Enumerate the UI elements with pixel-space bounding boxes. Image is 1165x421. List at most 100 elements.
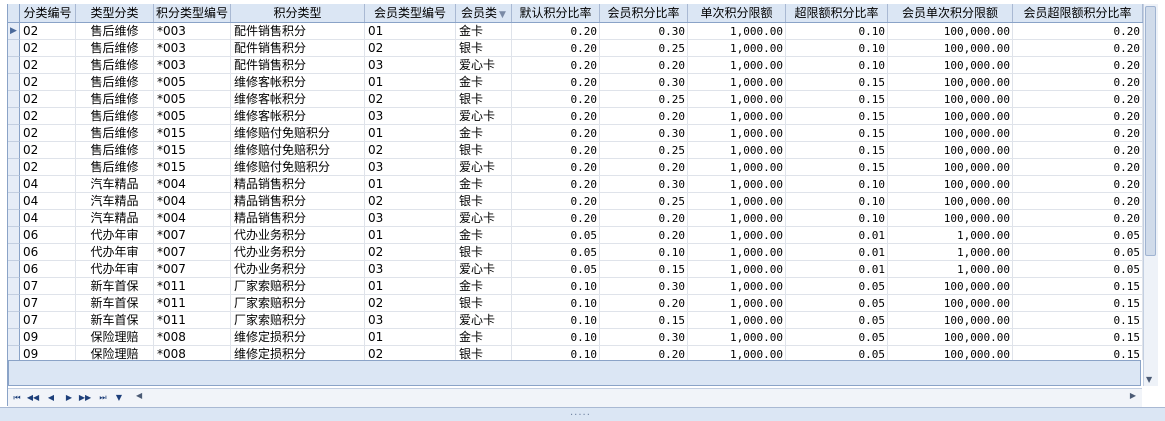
table-cell[interactable]: 银卡: [456, 346, 512, 360]
table-cell[interactable]: 02: [365, 346, 456, 360]
table-cell[interactable]: 02: [365, 193, 456, 210]
table-cell[interactable]: 售后维修: [76, 74, 154, 91]
table-cell[interactable]: 100,000.00: [888, 57, 1013, 74]
column-header[interactable]: 分类编号: [20, 4, 76, 22]
table-cell[interactable]: 07: [20, 312, 76, 329]
table-cell[interactable]: 爱心卡: [456, 57, 512, 74]
table-cell[interactable]: 100,000.00: [888, 278, 1013, 295]
table-cell[interactable]: 02: [20, 91, 76, 108]
table-cell[interactable]: 金卡: [456, 23, 512, 40]
table-cell[interactable]: 0.15: [786, 142, 888, 159]
row-selector[interactable]: [8, 329, 20, 346]
table-cell[interactable]: 金卡: [456, 278, 512, 295]
table-cell[interactable]: 0.10: [512, 346, 600, 360]
table-cell[interactable]: 1,000.00: [888, 227, 1013, 244]
table-cell[interactable]: *011: [154, 278, 231, 295]
table-cell[interactable]: *015: [154, 125, 231, 142]
table-cell[interactable]: *011: [154, 312, 231, 329]
column-header[interactable]: 默认积分比率: [512, 4, 600, 22]
table-cell[interactable]: 100,000.00: [888, 210, 1013, 227]
table-cell[interactable]: 1,000.00: [688, 125, 786, 142]
table-cell[interactable]: 0.05: [512, 244, 600, 261]
table-cell[interactable]: *015: [154, 159, 231, 176]
table-cell[interactable]: 0.20: [512, 40, 600, 57]
table-cell[interactable]: 售后维修: [76, 108, 154, 125]
table-row[interactable]: 09 保险理赔 *008 维修定损积分 01 金卡 0.10 0.30 1,000.00 0.05…: [8, 329, 1143, 346]
table-cell[interactable]: 01: [365, 227, 456, 244]
table-cell[interactable]: 0.15: [786, 108, 888, 125]
table-cell[interactable]: 0.15: [1013, 346, 1143, 360]
table-cell[interactable]: 0.05: [1013, 244, 1143, 261]
table-cell[interactable]: *005: [154, 74, 231, 91]
table-cell[interactable]: 02: [365, 142, 456, 159]
table-cell[interactable]: 售后维修: [76, 23, 154, 40]
table-cell[interactable]: *007: [154, 244, 231, 261]
table-cell[interactable]: 配件销售积分: [231, 40, 365, 57]
next-record-icon[interactable]: ▶: [62, 391, 76, 405]
row-selector[interactable]: [8, 91, 20, 108]
table-cell[interactable]: 银卡: [456, 142, 512, 159]
row-selector[interactable]: [8, 142, 20, 159]
row-selector[interactable]: [8, 193, 20, 210]
table-cell[interactable]: 100,000.00: [888, 193, 1013, 210]
table-cell[interactable]: 0.15: [1013, 278, 1143, 295]
table-cell[interactable]: 03: [365, 312, 456, 329]
table-cell[interactable]: 代办业务积分: [231, 244, 365, 261]
table-cell[interactable]: 1,000.00: [688, 295, 786, 312]
table-cell[interactable]: 0.05: [786, 329, 888, 346]
table-cell[interactable]: 0.20: [600, 346, 688, 360]
table-cell[interactable]: 09: [20, 346, 76, 360]
table-cell[interactable]: 维修赔付免赔积分: [231, 142, 365, 159]
table-row[interactable]: 06 代办年审 *007 代办业务积分 01 金卡 0.05 0.20 1,000.00 0.01…: [8, 227, 1143, 244]
table-cell[interactable]: 0.20: [600, 108, 688, 125]
table-cell[interactable]: 0.10: [786, 23, 888, 40]
table-cell[interactable]: 1,000.00: [688, 210, 786, 227]
table-cell[interactable]: 100,000.00: [888, 312, 1013, 329]
table-cell[interactable]: 代办年审: [76, 227, 154, 244]
table-cell[interactable]: 0.10: [600, 244, 688, 261]
table-cell[interactable]: 0.01: [786, 227, 888, 244]
row-selector[interactable]: ▶: [8, 23, 20, 40]
table-cell[interactable]: 0.10: [786, 40, 888, 57]
table-cell[interactable]: 维修定损积分: [231, 329, 365, 346]
table-cell[interactable]: 0.20: [512, 57, 600, 74]
table-cell[interactable]: 0.05: [786, 312, 888, 329]
table-cell[interactable]: 金卡: [456, 227, 512, 244]
table-row[interactable]: 02 售后维修 *003 配件销售积分 02 银卡 0.20 0.25 1,000.00 0.10…: [8, 40, 1143, 57]
table-cell[interactable]: 0.20: [512, 74, 600, 91]
table-cell[interactable]: 0.25: [600, 193, 688, 210]
table-cell[interactable]: 02: [20, 57, 76, 74]
splitter-grip-icon[interactable]: .....: [570, 408, 591, 418]
row-selector[interactable]: [8, 210, 20, 227]
table-cell[interactable]: 02: [365, 295, 456, 312]
table-cell[interactable]: 金卡: [456, 329, 512, 346]
table-cell[interactable]: 0.20: [1013, 142, 1143, 159]
table-cell[interactable]: 维修客帐积分: [231, 91, 365, 108]
table-cell[interactable]: 0.10: [512, 278, 600, 295]
table-cell[interactable]: 0.30: [600, 329, 688, 346]
table-cell[interactable]: 0.30: [600, 74, 688, 91]
table-cell[interactable]: 维修定损积分: [231, 346, 365, 360]
table-cell[interactable]: 0.15: [1013, 295, 1143, 312]
table-cell[interactable]: 代办业务积分: [231, 227, 365, 244]
table-row[interactable]: 02 售后维修 *005 维修客帐积分 02 银卡 0.20 0.25 1,000.00 0.15…: [8, 91, 1143, 108]
table-cell[interactable]: 售后维修: [76, 125, 154, 142]
table-cell[interactable]: *015: [154, 142, 231, 159]
table-cell[interactable]: 银卡: [456, 244, 512, 261]
table-cell[interactable]: 维修客帐积分: [231, 74, 365, 91]
table-cell[interactable]: 0.25: [600, 91, 688, 108]
table-cell[interactable]: 厂家索赔积分: [231, 295, 365, 312]
table-cell[interactable]: 02: [20, 23, 76, 40]
table-row[interactable]: 07 新车首保 *011 厂家索赔积分 03 爱心卡 0.10 0.15 1,000.00 0.0…: [8, 312, 1143, 329]
table-cell[interactable]: 0.05: [786, 278, 888, 295]
table-cell[interactable]: 0.30: [600, 278, 688, 295]
row-selector[interactable]: [8, 40, 20, 57]
table-cell[interactable]: *005: [154, 91, 231, 108]
table-cell[interactable]: 0.20: [600, 227, 688, 244]
table-cell[interactable]: 精品销售积分: [231, 193, 365, 210]
table-cell[interactable]: 汽车精品: [76, 176, 154, 193]
table-cell[interactable]: 03: [365, 261, 456, 278]
table-cell[interactable]: 100,000.00: [888, 108, 1013, 125]
column-filter-icon[interactable]: ▼: [499, 6, 506, 22]
table-cell[interactable]: 爱心卡: [456, 159, 512, 176]
